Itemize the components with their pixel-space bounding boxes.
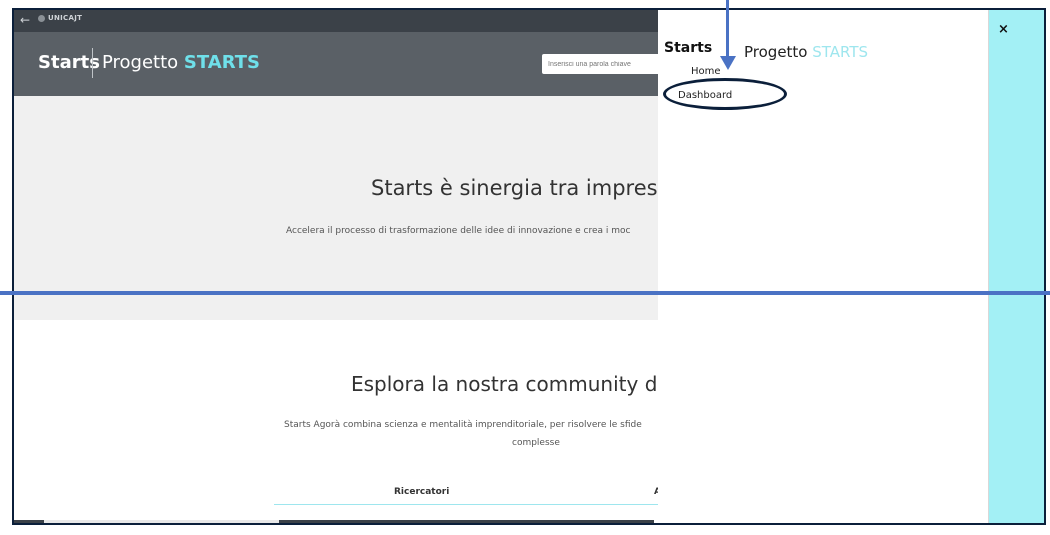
community-text-line2: complesse (512, 438, 560, 448)
bottom-bar-segment (44, 520, 279, 523)
screenshot-frame: ← UNICAJT Starts Progetto STARTS Starts … (12, 8, 1046, 525)
panel-divider (988, 10, 989, 523)
unicajt-logo: UNICAJT (38, 14, 82, 22)
overlay-project-prefix: Progetto (744, 43, 808, 61)
tab-ricercatori[interactable]: Ricercatori (394, 487, 449, 497)
logo-badge-icon (38, 14, 45, 22)
project-title[interactable]: Progetto STARTS (102, 52, 260, 73)
annotation-arrow-down-icon (720, 56, 736, 70)
tab-underline (274, 504, 659, 505)
menu-item-home[interactable]: Home (691, 66, 721, 77)
search-input[interactable] (542, 54, 662, 74)
bottom-bar (14, 520, 654, 523)
annotation-horizontal-line (0, 291, 1050, 295)
annotation-arrow-shaft (726, 0, 729, 60)
close-icon[interactable]: × (998, 22, 1009, 37)
brand-link[interactable]: Starts (38, 52, 100, 73)
logo-text: UNICAJT (48, 14, 83, 22)
hero-subtitle: Accelera il processo di trasformazione d… (286, 226, 631, 236)
overlay-brand[interactable]: Starts (664, 40, 712, 56)
overlay-project-highlight: STARTS (812, 43, 869, 61)
brand-divider (92, 48, 93, 78)
project-highlight: STARTS (183, 52, 260, 73)
back-arrow-icon[interactable]: ← (20, 13, 30, 27)
cyan-side-panel (988, 10, 1044, 523)
project-prefix: Progetto (102, 52, 179, 73)
overlay-project-title: Progetto STARTS (744, 43, 868, 61)
community-text-line1: Starts Agorà combina scienza e mentalità… (284, 420, 642, 430)
community-title: Esplora la nostra community d'ecc (351, 372, 698, 396)
annotation-highlight-ellipse (663, 78, 787, 110)
